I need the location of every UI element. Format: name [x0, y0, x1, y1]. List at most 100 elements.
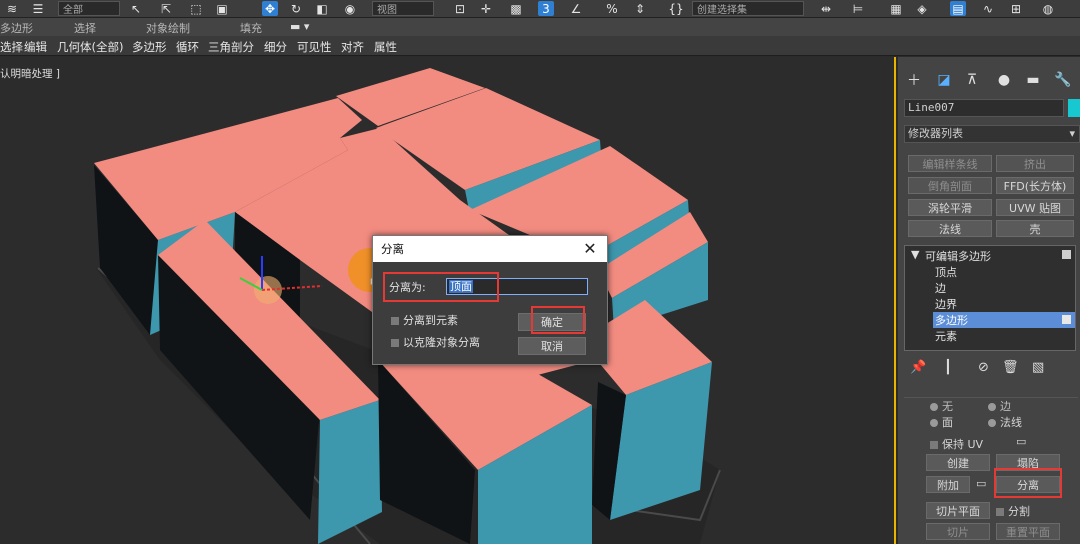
named-selection-set-dropdown[interactable]: 创建选择集 — [692, 1, 804, 16]
snap-toggle-icon[interactable]: 3 — [538, 1, 554, 16]
reference-coord-dropdown[interactable]: 视图 — [372, 1, 434, 16]
keyboard-shortcut-icon[interactable]: ▩ — [508, 1, 524, 16]
modifier-bevel-profile-button[interactable]: 倒角剖面 — [908, 177, 992, 194]
select-manipulate-icon[interactable]: ✛ — [478, 1, 494, 16]
edit-named-selection-icon[interactable]: {} — [668, 1, 684, 16]
stack-item-polygon[interactable]: 多边形 — [933, 312, 1075, 328]
mirror-icon[interactable]: ⇹ — [818, 1, 834, 16]
menu-item-align[interactable]: 对齐 — [341, 39, 364, 55]
stack-item-vertex[interactable]: 顶点 — [935, 264, 957, 280]
stack-collapse-icon[interactable]: ▼ — [911, 248, 919, 261]
material-editor-icon[interactable]: ◍ — [1040, 1, 1056, 16]
attach-button[interactable]: 附加 — [926, 476, 970, 493]
schematic-view-icon[interactable]: ⊞ — [1008, 1, 1024, 16]
stack-item-element[interactable]: 元素 — [935, 328, 957, 344]
radio-edge-button[interactable] — [988, 403, 996, 411]
align-icon[interactable]: ⊨ — [850, 1, 866, 16]
split-checkbox[interactable]: 分割 — [996, 503, 1030, 519]
ribbon-label-populate[interactable]: 填充 — [240, 20, 262, 36]
ribbon-label-modeling[interactable]: 多边形 — [0, 20, 33, 36]
close-icon[interactable]: ✕ — [581, 239, 599, 259]
modifier-ffd-box-button[interactable]: FFD(长方体) — [996, 177, 1074, 194]
ribbon-options-icon[interactable]: ▬ ▾ — [290, 20, 309, 33]
percent-snap-icon[interactable]: % — [604, 1, 620, 16]
show-end-result-icon[interactable]: ┃ — [944, 360, 952, 375]
window-crossing-icon[interactable]: ▣ — [214, 1, 230, 16]
split-check[interactable] — [996, 508, 1004, 516]
slice-button[interactable]: 切片 — [926, 523, 990, 540]
detach-to-element-check[interactable] — [391, 317, 399, 325]
preserve-uv-check[interactable] — [930, 441, 938, 449]
scene-explorer-icon[interactable]: ◈ — [914, 1, 930, 16]
menu-item-edit[interactable]: 编辑 — [24, 39, 47, 55]
move-icon[interactable]: ✥ — [262, 1, 278, 16]
menu-item-tris[interactable]: 三角剖分 — [208, 39, 254, 55]
remove-modifier-icon[interactable]: 🗑 — [1002, 360, 1019, 375]
preserve-uv-checkbox[interactable]: 保持 UV — [930, 436, 983, 452]
detach-to-element-checkbox[interactable]: 分离到元素 — [391, 312, 458, 328]
radio-none-button[interactable] — [930, 403, 938, 411]
menu-item-select[interactable]: 选择 — [0, 39, 23, 55]
stack-item-edge[interactable]: 边 — [935, 280, 946, 296]
reset-plane-button[interactable]: 重置平面 — [996, 523, 1060, 540]
motion-tab-icon[interactable]: ● — [993, 70, 1015, 90]
modifier-shell-button[interactable]: 壳 — [996, 220, 1074, 237]
stack-item-border[interactable]: 边界 — [935, 296, 957, 312]
menu-item-subdivision[interactable]: 细分 — [264, 39, 287, 55]
scale-icon[interactable]: ◧ — [314, 1, 330, 16]
slice-plane-button[interactable]: 切片平面 — [926, 502, 990, 519]
radio-face-button[interactable] — [930, 419, 938, 427]
radio-normal[interactable]: 法线 — [988, 414, 1022, 430]
ribbon-label-object-paint[interactable]: 对象绘制 — [146, 20, 190, 36]
menu-item-visibility[interactable]: 可见性 — [297, 39, 332, 55]
modify-tab-icon[interactable]: ◪ — [933, 70, 955, 90]
modifier-extrude-button[interactable]: 挤出 — [996, 155, 1074, 172]
curve-editor-icon[interactable]: ∿ — [980, 1, 996, 16]
angle-snap-icon[interactable]: ∠ — [568, 1, 584, 16]
stack-item-polygon-toggle-icon[interactable] — [1062, 315, 1071, 324]
ribbon-label-selection[interactable]: 选择 — [74, 20, 96, 36]
pivot-icon[interactable]: ⊡ — [452, 1, 468, 16]
radio-edge[interactable]: 边 — [988, 398, 1011, 414]
detach-as-clone-checkbox[interactable]: 以克隆对象分离 — [391, 334, 480, 350]
modifier-turbosmooth-button[interactable]: 涡轮平滑 — [908, 199, 992, 216]
stack-toggle-icon[interactable] — [1062, 250, 1071, 259]
pin-stack-icon[interactable]: 📌 — [910, 360, 926, 375]
hierarchy-tab-icon[interactable]: ⊼ — [961, 70, 983, 90]
modifier-list-dropdown[interactable]: 修改器列表 ▾ — [904, 125, 1080, 143]
modifier-edit-spline-button[interactable]: 编辑样条线 — [908, 155, 992, 172]
modifier-normal-button[interactable]: 法线 — [908, 220, 992, 237]
layer-manager-icon[interactable]: ▦ — [888, 1, 904, 16]
create-tab-icon[interactable]: ＋ — [903, 70, 925, 90]
object-color-swatch[interactable] — [1068, 99, 1080, 117]
select-by-name-icon[interactable]: ⇱ — [158, 1, 174, 16]
place-icon[interactable]: ◉ — [342, 1, 358, 16]
preserve-uv-settings-icon[interactable]: ▭ — [1016, 435, 1026, 448]
menu-item-properties[interactable]: 属性 — [374, 39, 397, 55]
toggle-ribbon-icon[interactable]: ▤ — [950, 1, 966, 16]
menu-item-loops[interactable]: 循环 — [176, 39, 199, 55]
detach-as-clone-check[interactable] — [391, 339, 399, 347]
make-unique-icon[interactable]: ⊘ — [978, 360, 989, 375]
select-object-icon[interactable]: ↖ — [128, 1, 144, 16]
create-button[interactable]: 创建 — [926, 454, 990, 471]
menu-item-polygons[interactable]: 多边形 — [132, 39, 167, 55]
region-select-icon[interactable]: ⬚ — [188, 1, 204, 16]
layers-icon[interactable]: ≋ — [4, 1, 20, 16]
attach-list-icon[interactable]: ▭ — [976, 477, 986, 490]
cancel-button[interactable]: 取消 — [518, 337, 586, 355]
utilities-tab-icon[interactable]: 🔧 — [1052, 70, 1074, 90]
selection-filter-dropdown[interactable]: 全部 — [58, 1, 120, 16]
radio-normal-button[interactable] — [988, 419, 996, 427]
spinner-snap-icon[interactable]: ⇕ — [632, 1, 648, 16]
modifier-uvw-map-button[interactable]: UVW 贴图 — [996, 199, 1074, 216]
rotate-icon[interactable]: ↻ — [288, 1, 304, 16]
stack-icon[interactable]: ☰ — [30, 1, 46, 16]
stack-item-editable-poly[interactable]: 可编辑多边形 — [925, 248, 991, 264]
radio-none[interactable]: 无 — [930, 398, 953, 414]
configure-sets-icon[interactable]: ▧ — [1032, 360, 1044, 375]
radio-face[interactable]: 面 — [930, 414, 953, 430]
menu-item-geometry[interactable]: 几何体(全部) — [57, 39, 123, 55]
display-tab-icon[interactable]: ▬ — [1022, 70, 1044, 90]
object-name-field[interactable]: Line007 — [904, 99, 1064, 117]
